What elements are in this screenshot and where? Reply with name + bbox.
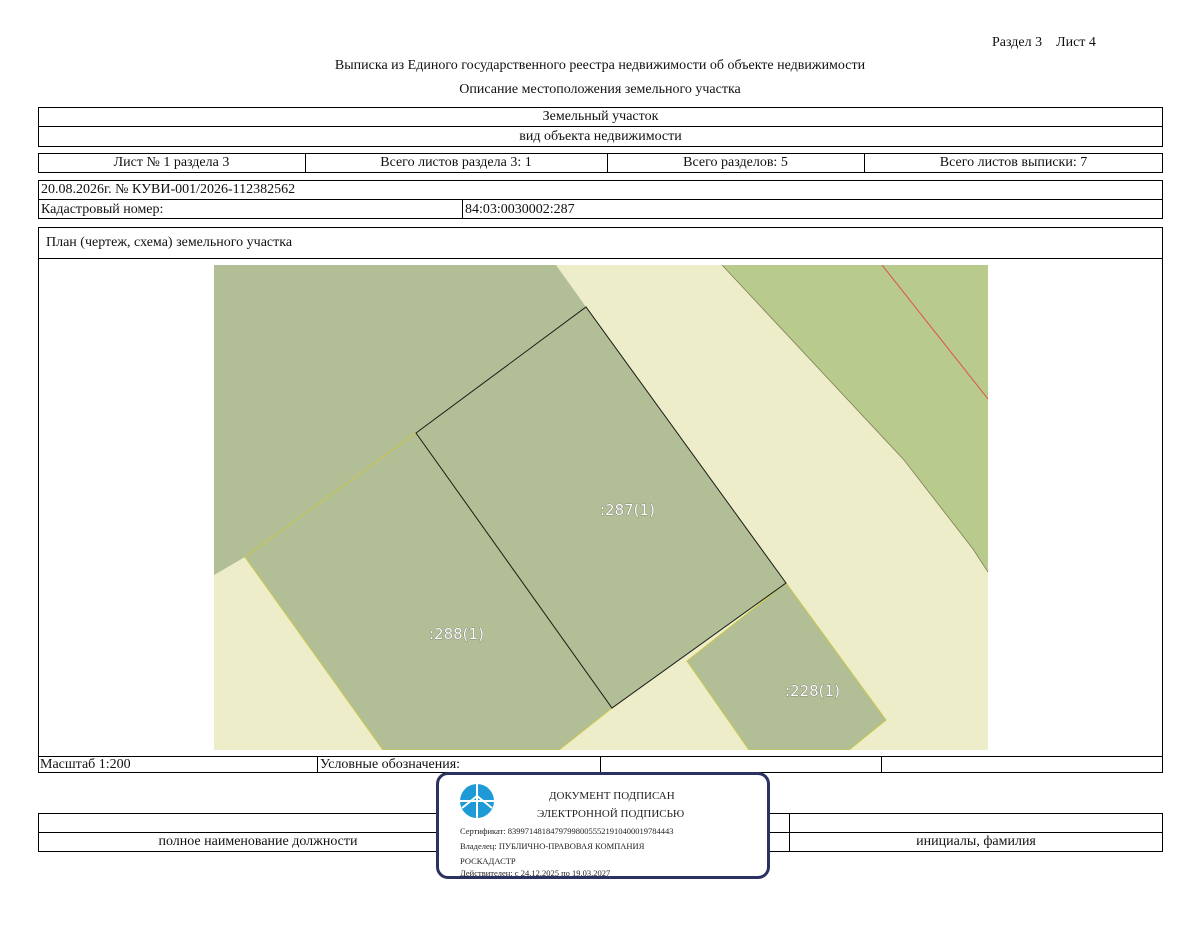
emblem-icon [460, 784, 494, 818]
stamp-owner-2: РОСКАДАСТР [460, 856, 516, 866]
object-type-caption: вид объекта недвижимости [519, 129, 682, 144]
stamp-line-2: ЭЛЕКТРОННОЙ ПОДПИСЬЮ [537, 808, 685, 820]
stamp-owner: Владелец: ПУБЛИЧНО-ПРАВОВАЯ КОМПАНИЯ [460, 841, 645, 851]
label-parcel-287: :287(1) [600, 501, 655, 519]
plan-title: План (чертеж, схема) земельного участка [46, 235, 293, 250]
legend-label: Условные обозначения: [320, 757, 461, 772]
stamp-validity: Действителен: с 24.12.2025 по 19.03.2027 [460, 868, 611, 878]
initials-caption: инициалы, фамилия [916, 834, 1036, 849]
stamp-line-1: ДОКУМЕНТ ПОДПИСАН [549, 790, 675, 802]
section-sheet-label: Раздел 3 Лист 4 [992, 35, 1096, 50]
cadastral-number-label: Кадастровый номер: [41, 202, 164, 217]
cadastral-plan-map: :287(1) :288(1) :228(1) [214, 265, 988, 750]
record-date-number: 20.08.2026г. № КУВИ-001/2026-112382562 [41, 182, 296, 197]
total-sections: Всего разделов: 5 [683, 155, 788, 170]
document-title: Выписка из Единого государственного реес… [334, 58, 866, 73]
object-type-value: Земельный участок [542, 109, 659, 124]
cadastral-number-value: 84:03:0030002:287 [465, 202, 575, 217]
scale-label: Масштаб 1:200 [40, 757, 131, 772]
position-caption: полное наименование должности [158, 834, 358, 849]
label-parcel-228: :228(1) [785, 682, 840, 700]
stamp-certificate: Сертификат: 8399714818479799800555219104… [460, 826, 674, 836]
total-extract-sheets: Всего листов выписки: 7 [939, 155, 1088, 170]
label-parcel-288: :288(1) [429, 625, 484, 643]
electronic-signature-stamp: ДОКУМЕНТ ПОДПИСАН ЭЛЕКТРОННОЙ ПОДПИСЬЮ С… [436, 772, 770, 879]
total-section-sheets: Всего листов раздела 3: 1 [380, 155, 532, 170]
document-subtitle: Описание местоположения земельного участ… [459, 82, 741, 97]
sheet-number: Лист № 1 раздела 3 [113, 155, 230, 170]
